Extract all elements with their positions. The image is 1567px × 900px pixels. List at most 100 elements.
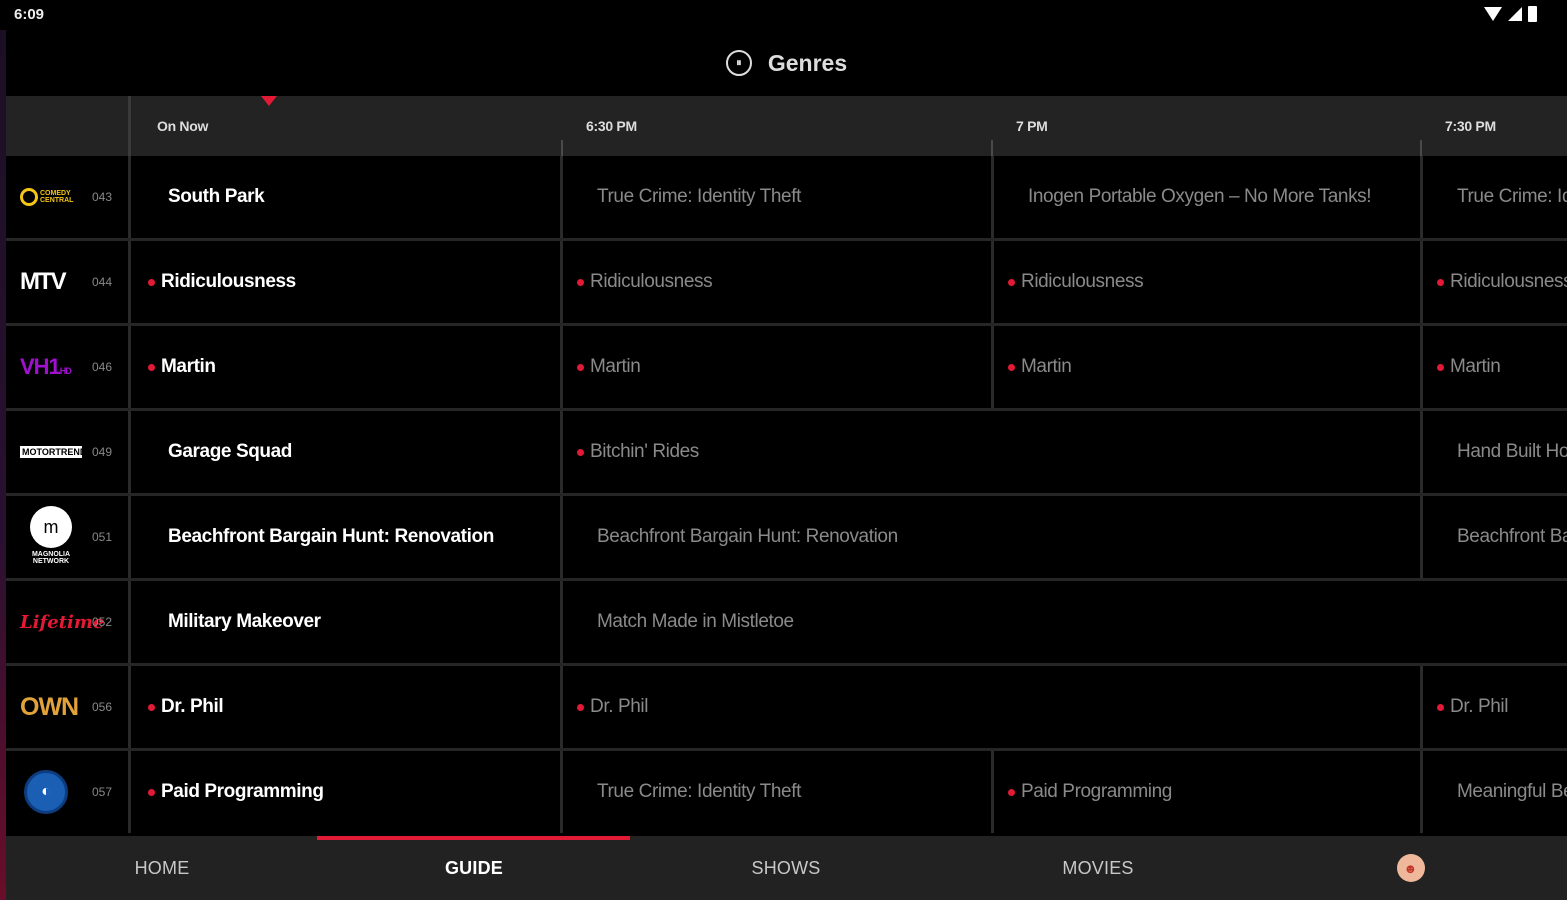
channel-number: 043 xyxy=(92,190,113,204)
program-title: Martin xyxy=(1450,356,1501,377)
program-tile[interactable]: Martin xyxy=(134,326,563,408)
program-tile[interactable]: Ridiculousness xyxy=(563,241,994,323)
new-episode-dot-icon xyxy=(1437,363,1444,371)
genres-label[interactable]: Genres xyxy=(768,50,847,77)
program-title: Martin xyxy=(161,356,216,377)
program-tile[interactable]: Meaningful Beauty xyxy=(1423,751,1567,833)
program-tile[interactable]: Dr. Phil xyxy=(563,666,1423,748)
new-episode-dot-icon xyxy=(148,788,155,796)
program-tile[interactable]: Ridiculousness xyxy=(134,241,563,323)
channel-row: OWN 056 Dr. Phil Dr. Phil Dr. Phil xyxy=(6,666,1567,751)
program-tile[interactable]: Ridiculousness xyxy=(1423,241,1567,323)
program-tile[interactable]: Match Made in Mistletoe xyxy=(563,581,1567,663)
new-episode-dot-icon xyxy=(577,448,584,456)
new-episode-dot-icon xyxy=(1437,703,1444,711)
channel-row: ◐ 057 Paid Programming True Crime: Ident… xyxy=(6,751,1567,836)
magnolia-network-logo: m MAGNOLIA NETWORK xyxy=(26,506,76,568)
channel-row: MTV 044 Ridiculousness Ridiculousness Ri… xyxy=(6,241,1567,326)
program-title: South Park xyxy=(168,186,265,207)
program-title: Military Makeover xyxy=(168,611,321,632)
program-title: Match Made in Mistletoe xyxy=(597,611,794,632)
channel-number: 052 xyxy=(92,615,113,629)
own-logo: OWN xyxy=(20,692,79,721)
program-title: Paid Programming xyxy=(161,781,324,802)
nav-tab-home[interactable]: HOME xyxy=(6,836,318,900)
channel-cell[interactable]: MOTORTREND 049 xyxy=(6,411,131,493)
time-tick xyxy=(1420,140,1422,156)
program-title: Ridiculousness xyxy=(1450,271,1567,292)
program-title: Ridiculousness xyxy=(590,271,713,292)
program-title: Beachfront Bargain Hunt: Renovation xyxy=(168,526,494,547)
program-title: Ridiculousness xyxy=(161,271,296,292)
new-episode-dot-icon xyxy=(1008,278,1015,286)
program-title: Dr. Phil xyxy=(590,696,649,717)
time-tick xyxy=(561,140,563,156)
vh1-logo: VH1HD xyxy=(20,354,72,379)
battery-icon xyxy=(1528,6,1537,22)
channel-cell[interactable]: MTV 044 xyxy=(6,241,131,323)
program-tile[interactable]: Hand Built Hot Rods xyxy=(1423,411,1567,493)
channel-row: m MAGNOLIA NETWORK 051 Beachfront Bargai… xyxy=(6,496,1567,581)
new-episode-dot-icon xyxy=(1008,788,1015,796)
program-tile[interactable]: Bitchin' Rides xyxy=(563,411,1423,493)
program-tile[interactable]: Dr. Phil xyxy=(134,666,563,748)
channel-cell[interactable]: COMEDY CENTRAL 043 xyxy=(6,156,131,238)
program-tile[interactable]: True Crime: Identity Theft xyxy=(1423,156,1567,238)
program-title: Beachfront Bargain Hunt: Renovation xyxy=(597,526,898,547)
channel-row: MOTORTREND 049 Garage Squad Bitchin' Rid… xyxy=(6,411,1567,496)
program-tile[interactable]: Martin xyxy=(1423,326,1567,408)
program-title: True Crime: Identity Theft xyxy=(597,781,801,802)
nav-tab-movies[interactable]: MOVIES xyxy=(942,836,1254,900)
program-tile[interactable]: Paid Programming xyxy=(994,751,1423,833)
new-episode-dot-icon xyxy=(577,363,584,371)
program-tile[interactable]: Beachfront Bargain Hunt: Renovation xyxy=(563,496,1423,578)
comedy-central-logo: COMEDY CENTRAL xyxy=(20,188,82,206)
program-tile[interactable]: True Crime: Identity Theft xyxy=(563,751,994,833)
signal-icon xyxy=(1508,7,1522,21)
time-label-on-now: On Now xyxy=(157,118,209,134)
channel-cell[interactable]: m MAGNOLIA NETWORK 051 xyxy=(6,496,131,578)
program-tile[interactable]: Paid Programming xyxy=(134,751,563,833)
program-title: Inogen Portable Oxygen – No More Tanks! xyxy=(1028,186,1372,207)
program-tile[interactable]: Military Makeover xyxy=(134,581,563,663)
status-bar: 6:09 xyxy=(0,0,1567,30)
channel-row: VH1HD 046 Martin Martin Martin Martin xyxy=(6,326,1567,411)
mtv-logo: MTV xyxy=(20,268,67,295)
genres-filter-icon[interactable]: ⏸ xyxy=(725,50,752,76)
program-tile[interactable]: Martin xyxy=(563,326,994,408)
new-episode-dot-icon xyxy=(577,278,584,286)
nav-tab-profile[interactable]: ☻ xyxy=(1254,836,1567,900)
channel-number: 051 xyxy=(92,530,113,544)
program-tile[interactable]: Martin xyxy=(994,326,1423,408)
program-tile[interactable]: Garage Squad xyxy=(134,411,563,493)
channel-cell[interactable]: Lifetime 052 xyxy=(6,581,131,663)
program-title: Dr. Phil xyxy=(161,696,224,717)
new-episode-dot-icon xyxy=(1008,363,1015,371)
program-title: True Crime: Identity Theft xyxy=(597,186,801,207)
program-tile[interactable]: Dr. Phil xyxy=(1423,666,1567,748)
program-tile[interactable]: True Crime: Identity Theft xyxy=(563,156,994,238)
nav-tab-guide[interactable]: GUIDE xyxy=(318,836,630,900)
program-tile[interactable]: Beachfront Bargain Hunt xyxy=(1423,496,1567,578)
channel-number: 056 xyxy=(92,700,113,714)
program-title: True Crime: Identity Theft xyxy=(1457,186,1567,207)
genres-header[interactable]: ⏸ Genres xyxy=(6,30,1567,96)
globe-channel-logo: ◐ xyxy=(24,770,68,814)
program-tile[interactable]: Beachfront Bargain Hunt: Renovation xyxy=(134,496,563,578)
channel-cell[interactable]: ◐ 057 xyxy=(6,751,131,833)
new-episode-dot-icon xyxy=(148,363,155,371)
program-title: Dr. Phil xyxy=(1450,696,1509,717)
profile-avatar-icon[interactable]: ☻ xyxy=(1396,854,1425,882)
program-title: Hand Built Hot Rods xyxy=(1457,441,1567,462)
channel-cell[interactable]: VH1HD 046 xyxy=(6,326,131,408)
program-tile[interactable]: South Park xyxy=(134,156,563,238)
program-title: Martin xyxy=(1021,356,1072,377)
bottom-nav: HOME GUIDE SHOWS MOVIES ☻ xyxy=(6,836,1567,900)
channel-cell[interactable]: OWN 056 xyxy=(6,666,131,748)
program-tile[interactable]: Inogen Portable Oxygen – No More Tanks! xyxy=(994,156,1423,238)
time-label-7pm: 7 PM xyxy=(1016,118,1048,134)
channel-number: 044 xyxy=(92,275,113,289)
guide-grid: COMEDY CENTRAL 043 South Park True Crime… xyxy=(6,156,1567,836)
nav-tab-shows[interactable]: SHOWS xyxy=(630,836,942,900)
program-tile[interactable]: Ridiculousness xyxy=(994,241,1423,323)
